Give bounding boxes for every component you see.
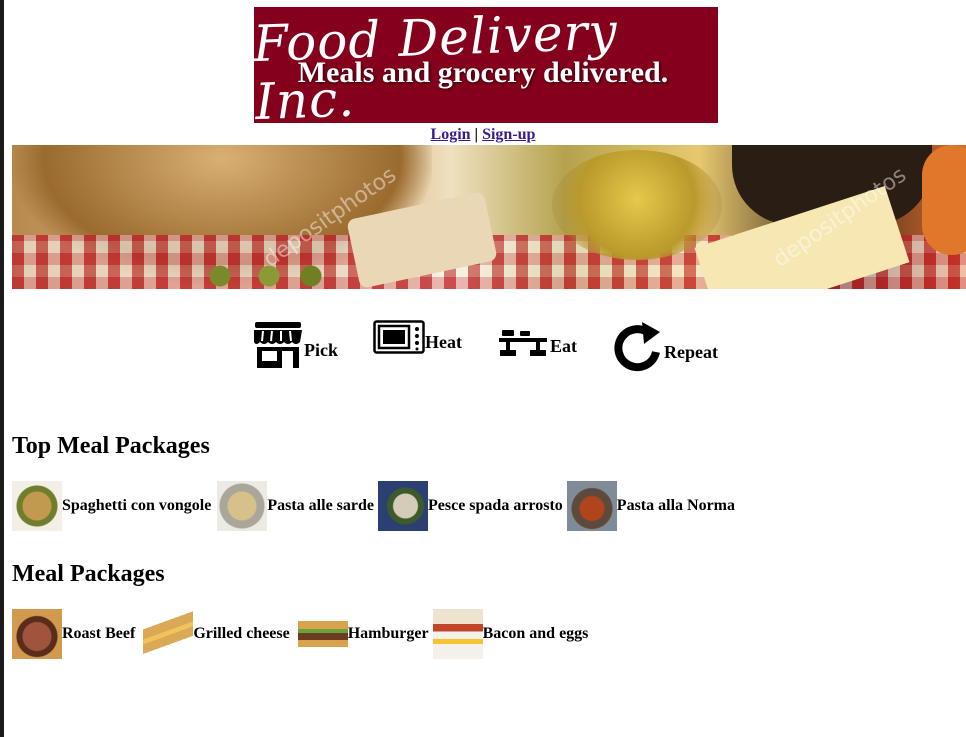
meal-name[interactable]: Pasta alle sarde [267,497,374,515]
meal-name[interactable]: Spaghetti con vongole [62,497,211,515]
meal-name[interactable]: Grilled cheese [193,625,289,643]
olives-image [192,263,332,289]
step-repeat: Repeat [612,320,718,372]
microwave-icon [373,320,425,354]
orange-image [922,145,966,255]
meal-thumbnail[interactable] [143,609,194,659]
meal-thumbnail[interactable] [297,609,348,659]
login-link[interactable]: Login [431,126,471,143]
how-it-works: Pick Heat Eat Repeat [0,320,966,380]
meal-package-item[interactable]: Grilled cheese [143,609,290,659]
step-heat: Heat [373,320,462,362]
meal-thumbnail[interactable] [217,481,268,531]
top-meal-packages-heading: Top Meal Packages [12,433,210,459]
step-label: Repeat [664,342,718,362]
meal-thumbnail[interactable] [12,481,62,531]
step-label: Eat [550,336,577,356]
meal-packages-list: Roast Beef Grilled cheese Hamburger Baco… [12,609,592,659]
meal-thumbnail[interactable] [378,481,428,531]
meal-name[interactable]: Pesce spada arrosto [428,497,563,515]
meal-package-item[interactable]: Pesce spada arrosto [378,481,563,531]
meal-package-item[interactable]: Hamburger [297,609,429,659]
meal-package-item[interactable]: Pasta alle sarde [217,481,374,531]
meal-name[interactable]: Hamburger [348,625,429,643]
signup-link[interactable]: Sign-up [482,126,535,143]
step-label: Heat [425,332,462,352]
meal-thumbnail[interactable] [566,481,617,531]
auth-links: Login | Sign-up [0,126,966,144]
olive-oil-bowl-image [552,150,722,260]
meal-thumbnail[interactable] [12,609,62,659]
step-pick: Pick [252,320,338,370]
step-eat: Eat [498,320,577,366]
meal-package-item[interactable]: Bacon and eggs [432,609,589,659]
meal-package-item[interactable]: Pasta alla Norma [566,481,735,531]
auth-separator: | [474,126,479,143]
hero-headline: Meals and grocery delivered. [297,56,669,89]
meal-name[interactable]: Bacon and eggs [483,625,589,643]
meal-name[interactable]: Pasta alla Norma [617,497,735,515]
hero-banner: depositphotos depositphotos [12,145,966,289]
store-icon [254,322,302,368]
step-label: Pick [304,340,338,360]
meal-name[interactable]: Roast Beef [62,625,135,643]
dining-table-icon [499,330,547,356]
meal-packages-heading: Meal Packages [12,561,165,587]
meal-thumbnail[interactable] [432,609,483,659]
top-meal-packages-list: Spaghetti con vongole Pasta alle sarde P… [12,481,739,531]
meal-package-item[interactable]: Spaghetti con vongole [12,481,211,531]
meal-package-item[interactable]: Roast Beef [12,609,135,659]
redo-icon [614,322,660,372]
